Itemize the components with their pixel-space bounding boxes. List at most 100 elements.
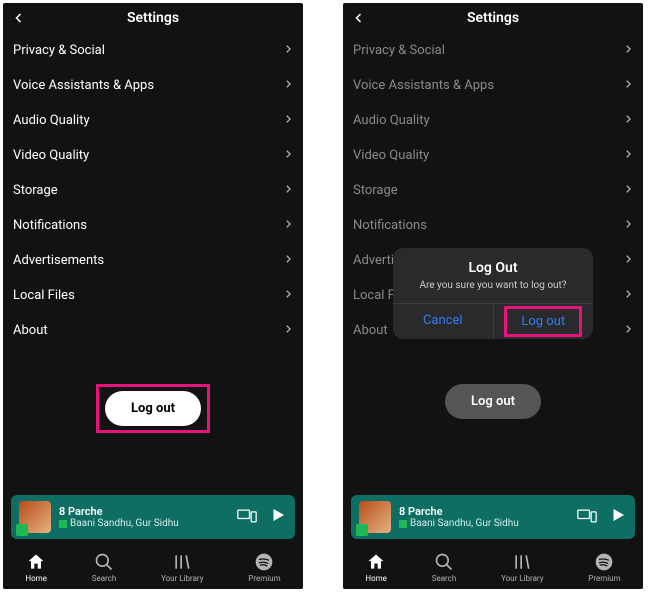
settings-item-label: Audio Quality [13, 113, 90, 128]
nav-label: Your Library [501, 574, 543, 583]
page-title: Settings [467, 10, 519, 26]
track-title: 8 Parche [59, 505, 231, 518]
nav-premium[interactable]: Premium [588, 552, 620, 583]
settings-item-label: Voice Assistants & Apps [13, 78, 154, 93]
settings-item-storage[interactable]: Storage [13, 173, 293, 208]
nav-label: Premium [248, 574, 280, 583]
track-artist: Baani Sandhu, Gur Sidhu [399, 518, 571, 529]
dialog-title: Log Out [393, 248, 593, 276]
nav-label: Search [92, 574, 117, 583]
chevron-right-icon [283, 218, 293, 233]
settings-item-label: Advertisements [13, 253, 104, 268]
album-art [19, 501, 51, 533]
now-playing-info: 8 Parche Baani Sandhu, Gur Sidhu [399, 505, 571, 529]
devices-icon[interactable] [577, 508, 597, 527]
chevron-right-icon [283, 148, 293, 163]
back-button[interactable] [351, 10, 367, 26]
settings-item-video[interactable]: Video Quality [353, 138, 633, 173]
nav-search[interactable]: Search [92, 552, 117, 583]
settings-item-ads[interactable]: Advertisements [13, 243, 293, 278]
dialog-confirm-wrap: Log out [494, 304, 594, 339]
track-artist: Baani Sandhu, Gur Sidhu [59, 518, 231, 529]
settings-item-label: Local Files [13, 288, 75, 303]
settings-item-label: Storage [13, 183, 58, 198]
logout-button[interactable]: Log out [445, 384, 541, 419]
now-playing-actions [237, 506, 287, 528]
nav-label: Home [365, 574, 387, 583]
chevron-right-icon [623, 148, 633, 163]
chevron-right-icon [283, 78, 293, 93]
now-playing-bar[interactable]: 8 Parche Baani Sandhu, Gur Sidhu [11, 495, 295, 539]
nav-label: Search [432, 574, 457, 583]
chevron-right-icon [623, 78, 633, 93]
album-art [359, 501, 391, 533]
chevron-right-icon [283, 323, 293, 338]
bottom-nav: Home Search Your Library Premium [343, 543, 643, 589]
settings-item-voice[interactable]: Voice Assistants & Apps [353, 68, 633, 103]
nav-search[interactable]: Search [432, 552, 457, 583]
chevron-right-icon [623, 323, 633, 338]
nav-premium[interactable]: Premium [248, 552, 280, 583]
dialog-message: Are you sure you want to log out? [393, 276, 593, 303]
settings-item-about[interactable]: About [13, 313, 293, 348]
settings-item-label: About [13, 323, 48, 338]
settings-screen-before: Settings Privacy & Social Voice Assistan… [3, 3, 303, 589]
nav-label: Home [25, 574, 47, 583]
chevron-right-icon [623, 43, 633, 58]
header: Settings [3, 3, 303, 33]
play-icon[interactable] [269, 506, 287, 528]
settings-item-privacy[interactable]: Privacy & Social [353, 33, 633, 68]
bottom-nav: Home Search Your Library Premium [3, 543, 303, 589]
header: Settings [343, 3, 643, 33]
nav-home[interactable]: Home [25, 552, 47, 583]
settings-item-notifications[interactable]: Notifications [13, 208, 293, 243]
chevron-right-icon [623, 183, 633, 198]
settings-item-label: Audio Quality [353, 113, 430, 128]
page-title: Settings [127, 10, 179, 26]
devices-icon[interactable] [237, 508, 257, 527]
nav-label: Premium [588, 574, 620, 583]
chevron-right-icon [283, 288, 293, 303]
chevron-right-icon [623, 253, 633, 268]
settings-item-label: Storage [353, 183, 398, 198]
nav-home[interactable]: Home [365, 552, 387, 583]
chevron-right-icon [623, 113, 633, 128]
chevron-right-icon [283, 113, 293, 128]
logout-area: Log out [3, 384, 303, 433]
highlight-box: Log out [504, 306, 582, 337]
nav-library[interactable]: Your Library [501, 552, 543, 583]
settings-item-localfiles[interactable]: Local Files [13, 278, 293, 313]
settings-item-voice[interactable]: Voice Assistants & Apps [13, 68, 293, 103]
chevron-right-icon [623, 218, 633, 233]
now-playing-info: 8 Parche Baani Sandhu, Gur Sidhu [59, 505, 231, 529]
nav-label: Your Library [161, 574, 203, 583]
dialog-logout-button[interactable]: Log out [521, 314, 565, 329]
settings-item-label: Video Quality [13, 148, 89, 163]
settings-screen-dialog: Settings Privacy & Social Voice Assistan… [343, 3, 643, 589]
now-playing-bar[interactable]: 8 Parche Baani Sandhu, Gur Sidhu [351, 495, 635, 539]
back-button[interactable] [11, 10, 27, 26]
nav-library[interactable]: Your Library [161, 552, 203, 583]
settings-item-label: Privacy & Social [353, 43, 445, 58]
settings-item-notifications[interactable]: Notifications [353, 208, 633, 243]
logout-dialog: Log Out Are you sure you want to log out… [393, 248, 593, 339]
play-icon[interactable] [609, 506, 627, 528]
track-title: 8 Parche [399, 505, 571, 518]
settings-item-audio[interactable]: Audio Quality [13, 103, 293, 138]
settings-item-label: Voice Assistants & Apps [353, 78, 494, 93]
chevron-right-icon [623, 288, 633, 303]
settings-item-storage[interactable]: Storage [353, 173, 633, 208]
settings-item-audio[interactable]: Audio Quality [353, 103, 633, 138]
highlight-box: Log out [96, 384, 210, 433]
logout-button[interactable]: Log out [105, 391, 201, 426]
chevron-right-icon [283, 183, 293, 198]
settings-item-video[interactable]: Video Quality [13, 138, 293, 173]
settings-item-label: Notifications [13, 218, 87, 233]
settings-item-label: Notifications [353, 218, 427, 233]
settings-item-privacy[interactable]: Privacy & Social [13, 33, 293, 68]
dialog-cancel-button[interactable]: Cancel [393, 304, 494, 339]
chevron-right-icon [283, 253, 293, 268]
settings-item-label: Video Quality [353, 148, 429, 163]
settings-list: Privacy & Social Voice Assistants & Apps… [3, 33, 303, 348]
logout-area: Log out [343, 384, 643, 419]
